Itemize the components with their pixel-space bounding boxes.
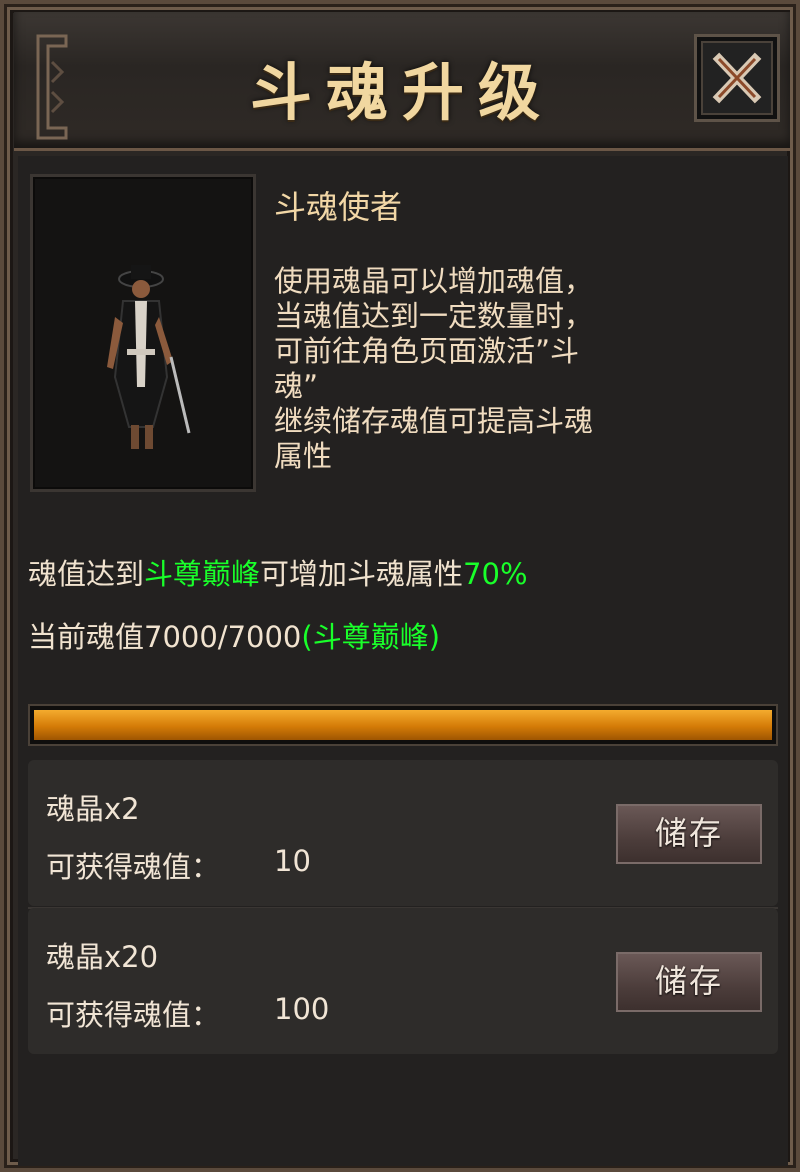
- close-icon: [712, 52, 762, 104]
- bonus-rank: 斗尊巅峰: [144, 557, 261, 591]
- current-soul-value: 当前魂值7000/7000: [28, 620, 302, 654]
- item-name: 魂晶x20: [46, 940, 159, 974]
- soul-progress-bar: [28, 704, 778, 746]
- bonus-percent: 70%: [463, 557, 528, 591]
- item-value-label: 可获得魂值：: [46, 998, 221, 1032]
- close-button[interactable]: [694, 34, 780, 122]
- npc-name: 斗魂使者: [274, 188, 403, 226]
- soul-upgrade-window: 斗魂升级 斗魂使者 使用魂晶可以增加魂值， 当魂值达到一定数量时， 可前往角色页…: [0, 0, 800, 1172]
- bonus-prefix: 魂值达到: [28, 557, 145, 591]
- store-button[interactable]: 储存: [616, 804, 762, 864]
- current-rank: (斗尊巅峰): [301, 620, 441, 654]
- npc-character-icon: [107, 265, 191, 449]
- item-card: 魂晶x2 可获得魂值： 10 储存: [28, 760, 778, 906]
- store-button[interactable]: 储存: [616, 952, 762, 1012]
- item-value: 100: [274, 992, 330, 1026]
- item-value: 10: [274, 844, 311, 878]
- content-panel: 斗魂使者 使用魂晶可以增加魂值， 当魂值达到一定数量时， 可前往角色页面激活”斗…: [18, 156, 788, 1166]
- current-soul-value-line: 当前魂值7000/7000(斗尊巅峰): [28, 614, 440, 656]
- soul-progress-fill: [34, 710, 772, 740]
- item-card: 魂晶x20 可获得魂值： 100 储存: [28, 908, 778, 1054]
- bonus-info-line: 魂值达到斗尊巅峰可增加斗魂属性70%: [28, 551, 528, 593]
- window-title: 斗魂升级: [249, 56, 554, 129]
- bonus-middle: 可增加斗魂属性: [260, 557, 464, 591]
- npc-description: 使用魂晶可以增加魂值， 当魂值达到一定数量时， 可前往角色页面激活”斗 魂” 继…: [274, 264, 594, 473]
- title-bar: 斗魂升级: [14, 12, 790, 151]
- npc-portrait-frame: [30, 174, 256, 492]
- item-name: 魂晶x2: [46, 792, 140, 826]
- item-value-label: 可获得魂值：: [46, 850, 221, 884]
